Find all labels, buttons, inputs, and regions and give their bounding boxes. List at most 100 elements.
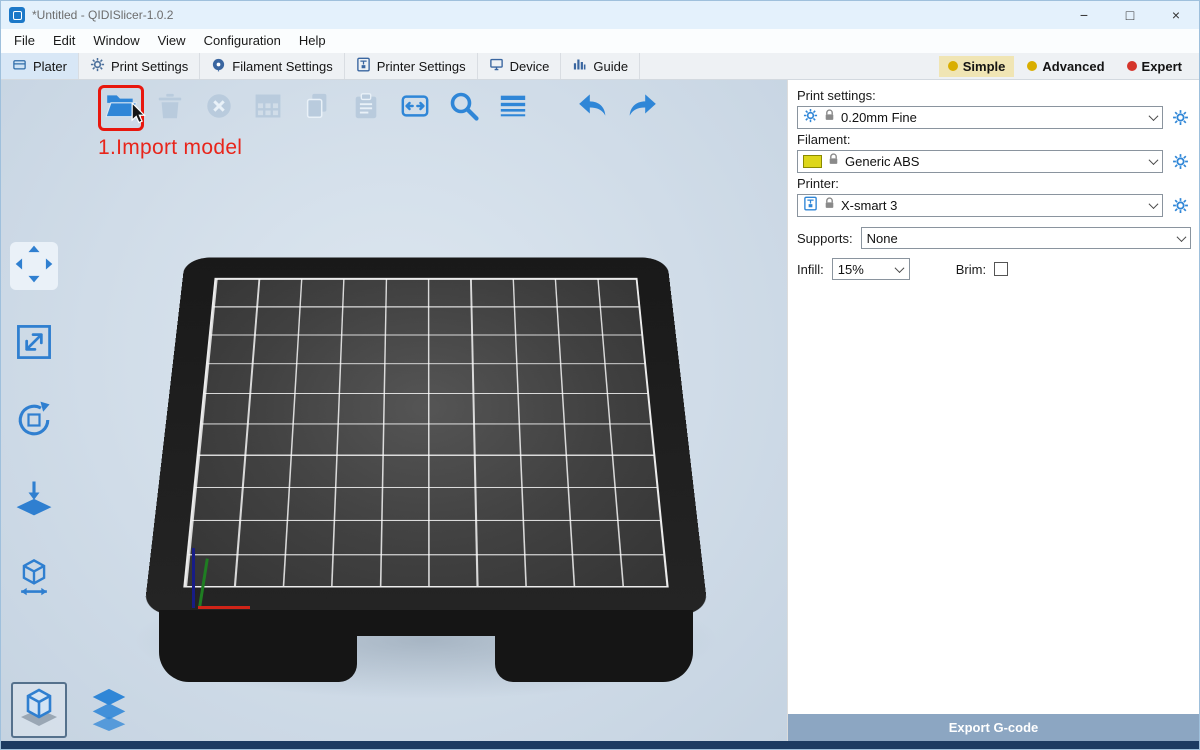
- rotate-button[interactable]: [10, 398, 58, 446]
- editor-view-button[interactable]: [11, 682, 67, 738]
- redo-button[interactable]: [622, 88, 662, 128]
- brim-checkbox[interactable]: [994, 262, 1008, 276]
- search-button[interactable]: [444, 88, 484, 128]
- menu-file[interactable]: File: [5, 29, 44, 53]
- axis-x-indicator: [198, 606, 250, 609]
- plater-icon: [12, 57, 27, 75]
- variable-layer-height-button[interactable]: [493, 88, 533, 128]
- brim-label: Brim:: [956, 262, 986, 277]
- print-bed: [144, 258, 709, 615]
- viewport-toolbar: [101, 88, 662, 128]
- advanced-mode-dot-icon: [1027, 61, 1037, 71]
- delete-all-button[interactable]: [199, 88, 239, 128]
- paste-button[interactable]: [346, 88, 386, 128]
- mode-advanced[interactable]: Advanced: [1018, 56, 1113, 77]
- split-to-objects-button[interactable]: [395, 88, 435, 128]
- minimize-button[interactable]: −: [1061, 1, 1107, 29]
- place-on-face-icon: [12, 476, 56, 525]
- printer-icon: [803, 196, 818, 216]
- print-bed-front: [159, 610, 693, 682]
- rotate-icon: [12, 398, 56, 447]
- expert-mode-dot-icon: [1127, 61, 1137, 71]
- tab-printer-settings[interactable]: Printer Settings: [345, 53, 478, 79]
- app-window: *Untitled - QIDISlicer-1.0.2 − □ × File …: [0, 0, 1200, 750]
- infill-value: 15%: [838, 262, 864, 277]
- lock-icon: [823, 197, 836, 215]
- chevron-down-icon: [1172, 228, 1190, 248]
- export-gcode-button[interactable]: Export G-code: [788, 714, 1199, 741]
- move-button[interactable]: [10, 242, 58, 290]
- window-title: *Untitled - QIDISlicer-1.0.2: [32, 8, 173, 22]
- scale-icon: [12, 320, 56, 369]
- arrange-button[interactable]: [248, 88, 288, 128]
- menu-help[interactable]: Help: [290, 29, 335, 53]
- measure-button[interactable]: [10, 554, 58, 602]
- menu-edit[interactable]: Edit: [44, 29, 84, 53]
- supports-value: None: [867, 231, 898, 246]
- filament-gear-button[interactable]: [1169, 151, 1191, 173]
- viewport-3d[interactable]: 1.Import model: [1, 80, 787, 741]
- infill-select[interactable]: 15%: [832, 258, 910, 280]
- axis-z-indicator: [192, 548, 195, 608]
- scale-button[interactable]: [10, 320, 58, 368]
- mode-expert[interactable]: Expert: [1118, 56, 1191, 77]
- print-settings-label: Print settings:: [797, 88, 1191, 103]
- measure-cube-icon: [12, 554, 56, 603]
- search-icon: [448, 90, 480, 127]
- filament-value: Generic ABS: [845, 154, 919, 169]
- gizmo-toolbar: [10, 242, 58, 602]
- mode-simple[interactable]: Simple: [939, 56, 1015, 77]
- mode-switcher: Simple Advanced Expert: [939, 53, 1199, 79]
- cube-view-icon: [15, 684, 63, 737]
- redo-arrow-icon: [625, 89, 659, 128]
- infill-label: Infill:: [797, 262, 824, 277]
- paste-icon: [351, 91, 381, 126]
- tab-bar: Plater Print Settings Filament Settings …: [1, 53, 1199, 80]
- close-button[interactable]: ×: [1153, 1, 1199, 29]
- copy-icon: [302, 91, 332, 126]
- print-settings-select[interactable]: 0.20mm Fine: [797, 106, 1163, 129]
- status-bar: [1, 741, 1199, 749]
- simple-mode-dot-icon: [948, 61, 958, 71]
- menu-view[interactable]: View: [149, 29, 195, 53]
- chevron-down-icon: [891, 259, 909, 279]
- delete-button[interactable]: [150, 88, 190, 128]
- tab-print-settings[interactable]: Print Settings: [79, 53, 200, 79]
- menu-configuration[interactable]: Configuration: [195, 29, 290, 53]
- trash-icon: [155, 91, 185, 126]
- tab-filament-settings[interactable]: Filament Settings: [200, 53, 344, 79]
- tab-plater[interactable]: Plater: [1, 53, 79, 79]
- copy-button[interactable]: [297, 88, 337, 128]
- printer-gear-button[interactable]: [1169, 195, 1191, 217]
- settings-sidebar: Print settings: 0.20mm Fine Filament:: [787, 80, 1199, 741]
- app-icon: [9, 7, 25, 23]
- tab-guide[interactable]: Guide: [561, 53, 640, 79]
- lock-icon: [823, 109, 836, 127]
- title-bar: *Untitled - QIDISlicer-1.0.2 − □ ×: [1, 1, 1199, 29]
- supports-label: Supports:: [797, 231, 853, 246]
- print-settings-gear-button[interactable]: [1169, 107, 1191, 129]
- gear-icon: [803, 108, 818, 128]
- chevron-down-icon: [1144, 107, 1162, 128]
- layers-view-icon: [86, 685, 132, 736]
- printer-icon: [356, 57, 371, 75]
- layer-lines-icon: [498, 91, 528, 126]
- menu-window[interactable]: Window: [84, 29, 148, 53]
- filament-select[interactable]: Generic ABS: [797, 150, 1163, 173]
- maximize-button[interactable]: □: [1107, 1, 1153, 29]
- preview-view-button[interactable]: [81, 682, 137, 738]
- lock-icon: [827, 153, 840, 171]
- filament-label: Filament:: [797, 132, 1191, 147]
- annotation-import-model: 1.Import model: [98, 136, 242, 160]
- printer-value: X-smart 3: [841, 198, 897, 213]
- undo-button[interactable]: [573, 88, 613, 128]
- filament-icon: [211, 57, 226, 75]
- tab-device[interactable]: Device: [478, 53, 562, 79]
- print-settings-value: 0.20mm Fine: [841, 110, 917, 125]
- gear-icon: [90, 57, 105, 75]
- print-bed-grid: [183, 278, 668, 588]
- place-on-face-button[interactable]: [10, 476, 58, 524]
- view-toggle-group: [11, 682, 137, 738]
- supports-select[interactable]: None: [861, 227, 1191, 249]
- printer-select[interactable]: X-smart 3: [797, 194, 1163, 217]
